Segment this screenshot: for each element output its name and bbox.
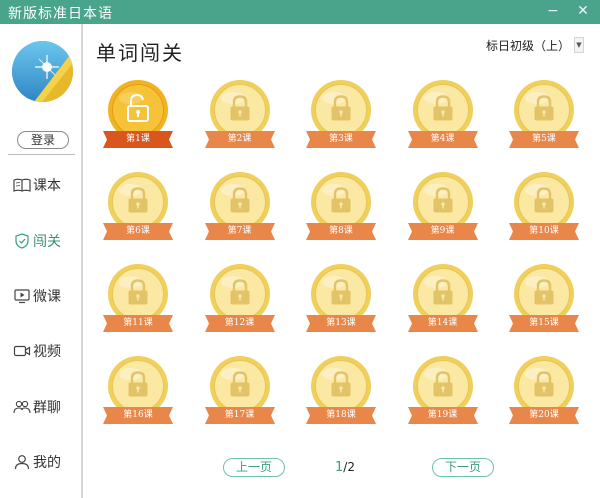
lesson-label: 第3课 (329, 134, 353, 144)
level-dropdown-value: 标日初级（上） (485, 38, 570, 53)
lesson-ribbon: 第11课 (103, 315, 173, 332)
lesson-label: 第5课 (532, 134, 556, 144)
lesson-label: 第2课 (227, 134, 252, 144)
lesson-item[interactable]: 第11课 (103, 263, 173, 341)
lesson-ribbon: 第1课 (103, 131, 173, 148)
lesson-item[interactable]: 第14课 (407, 263, 478, 341)
lesson-label: 第11课 (123, 318, 153, 328)
sidebar-item-video[interactable]: 视频 (13, 341, 75, 361)
lesson-label: 第1课 (126, 134, 150, 144)
lesson-item[interactable]: 第9课 (407, 171, 478, 249)
lesson-item[interactable]: 第2课 (204, 79, 275, 157)
lesson-label: 第16课 (123, 410, 153, 420)
page-title: 单词闯关 (96, 41, 184, 65)
lesson-label: 第18课 (326, 410, 356, 420)
lesson-item[interactable]: 第20课 (509, 355, 579, 433)
sidebar-item-label: 闯关 (33, 234, 61, 250)
lesson-ribbon: 第6课 (103, 223, 173, 240)
lesson-item[interactable]: 第12课 (204, 263, 275, 341)
lesson-item[interactable]: 第16课 (103, 355, 173, 433)
lesson-item[interactable]: 第7课 (204, 171, 275, 249)
lesson-ribbon: 第10课 (509, 223, 579, 240)
prev-page-button[interactable]: 上一页 (223, 458, 285, 477)
lesson-label: 第12课 (224, 318, 255, 328)
book-icon (13, 177, 31, 193)
sidebar-item-textbook[interactable]: 课本 (13, 175, 75, 195)
title-bar: 新版标准日本语 − ✕ (0, 0, 600, 24)
lesson-ribbon: 第19课 (407, 407, 478, 424)
sidebar-item-label: 我的 (33, 455, 61, 471)
lesson-label: 第10课 (529, 226, 559, 236)
lesson-label: 第17课 (224, 410, 255, 420)
minimize-button[interactable]: − (544, 2, 562, 20)
lesson-ribbon: 第13课 (306, 315, 376, 332)
screen-play-icon (13, 288, 31, 304)
lesson-item[interactable]: 第8课 (306, 171, 376, 249)
lesson-item[interactable]: 第15课 (509, 263, 579, 341)
lesson-ribbon: 第5课 (509, 131, 579, 148)
sidebar-item-microlesson[interactable]: 微课 (13, 286, 75, 306)
lesson-label: 第6课 (126, 226, 150, 236)
sidebar-item-group-chat[interactable]: 群聊 (13, 397, 75, 417)
lesson-label: 第19课 (427, 410, 458, 420)
main-content: 单词闯关 标日初级（上） ▼ 第1课 第2课 第3课 第4课 第5课 第6课 第7课 第8课第… (85, 24, 600, 498)
lesson-item[interactable]: 第19课 (407, 355, 478, 433)
sidebar: 登录 课本 闯关 微课 视频 群聊 我的 (0, 24, 83, 498)
total-pages: /2 (343, 460, 355, 474)
lesson-ribbon: 第4课 (407, 131, 478, 148)
lesson-item[interactable]: 第18课 (306, 355, 376, 433)
sidebar-item-challenge[interactable]: 闯关 (13, 231, 75, 251)
lesson-label: 第13课 (326, 318, 356, 328)
people-icon (13, 399, 31, 415)
lesson-ribbon: 第18课 (306, 407, 376, 424)
lesson-ribbon: 第7课 (204, 223, 275, 240)
sidebar-item-label: 视频 (33, 344, 61, 360)
lesson-label: 第7课 (227, 226, 252, 236)
lesson-label: 第14课 (427, 318, 458, 328)
lesson-ribbon: 第14课 (407, 315, 478, 332)
lesson-label: 第20课 (529, 410, 559, 420)
sidebar-item-label: 微课 (33, 289, 61, 305)
next-page-button[interactable]: 下一页 (432, 458, 494, 477)
lesson-item[interactable]: 第6课 (103, 171, 173, 249)
lesson-item[interactable]: 第10课 (509, 171, 579, 249)
video-camera-icon (13, 343, 31, 359)
lesson-item[interactable]: 第17课 (204, 355, 275, 433)
lesson-item[interactable]: 第3课 (306, 79, 376, 157)
sidebar-item-label: 课本 (33, 178, 61, 194)
lesson-item[interactable]: 第4课 (407, 79, 478, 157)
lesson-item[interactable]: 第13课 (306, 263, 376, 341)
lesson-ribbon: 第17课 (204, 407, 275, 424)
lesson-ribbon: 第2课 (204, 131, 275, 148)
lesson-ribbon: 第12课 (204, 315, 275, 332)
lesson-item[interactable]: 第5课 (509, 79, 579, 157)
lesson-label: 第8课 (329, 226, 353, 236)
lesson-label: 第9课 (430, 226, 455, 236)
window-title: 新版标准日本语 (8, 6, 113, 22)
sidebar-item-label: 群聊 (33, 400, 61, 416)
shield-icon (13, 233, 31, 249)
lesson-label: 第4课 (430, 134, 455, 144)
lesson-ribbon: 第20课 (509, 407, 579, 424)
chevron-down-icon[interactable]: ▼ (574, 37, 584, 53)
level-dropdown[interactable]: 标日初级（上） ▼ (486, 36, 584, 54)
close-button[interactable]: ✕ (574, 2, 592, 20)
lesson-ribbon: 第3课 (306, 131, 376, 148)
lesson-ribbon: 第9课 (407, 223, 478, 240)
avatar[interactable] (12, 41, 73, 102)
login-button[interactable]: 登录 (17, 131, 69, 149)
lesson-ribbon: 第15课 (509, 315, 579, 332)
lesson-ribbon: 第8课 (306, 223, 376, 240)
lesson-item[interactable]: 第1课 (103, 79, 173, 157)
lesson-label: 第15课 (529, 318, 559, 328)
user-icon (13, 454, 31, 470)
page-indicator: 1/2 (335, 460, 355, 475)
lesson-ribbon: 第16课 (103, 407, 173, 424)
sidebar-item-mine[interactable]: 我的 (13, 452, 75, 472)
sidebar-divider (8, 154, 75, 155)
